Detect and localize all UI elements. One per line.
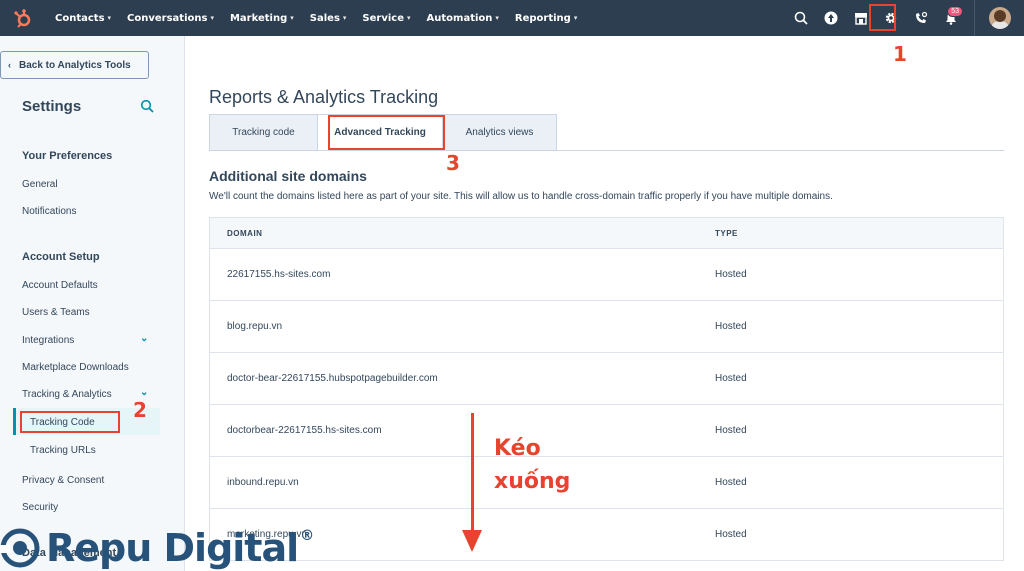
nav-service[interactable]: Service ▾	[354, 13, 418, 24]
nav-marketing[interactable]: Marketing ▾	[222, 13, 302, 24]
annotation-arrow-shaft	[471, 413, 474, 538]
calling-icon[interactable]	[906, 0, 936, 36]
domains-table: DOMAIN TYPE 22617155.hs-sites.com Hosted…	[209, 217, 1004, 561]
chevron-down-icon: ▾	[573, 14, 578, 22]
type-cell: Hosted	[715, 373, 747, 384]
table-row[interactable]: inbound.repu.vn Hosted	[209, 457, 1004, 509]
domain-cell: doctor-bear-22617155.hubspotpagebuilder.…	[227, 373, 438, 384]
domain-cell: blog.repu.vn	[227, 321, 283, 332]
watermark-text: Repu Digital	[46, 526, 299, 570]
annotation-step-3: 3	[446, 151, 460, 175]
section-account-setup: Account Setup	[22, 251, 100, 263]
nav-utilities: 53	[786, 0, 1024, 36]
type-cell: Hosted	[715, 477, 747, 488]
nav-sales[interactable]: Sales ▾	[302, 13, 355, 24]
type-cell: Hosted	[715, 529, 747, 540]
repu-digital-logo-icon	[0, 528, 40, 568]
chevron-down-icon: ▾	[495, 14, 499, 22]
sidebar-item-notifications[interactable]: Notifications	[22, 206, 76, 217]
nav-reporting[interactable]: Reporting ▾	[507, 13, 585, 24]
registered-mark: ®	[300, 528, 314, 544]
chevron-down-icon[interactable]: ⌄	[140, 333, 148, 344]
notifications-bell-icon[interactable]: 53	[936, 0, 966, 36]
annotation-box-advanced-tracking	[328, 115, 445, 150]
domain-cell: inbound.repu.vn	[227, 477, 299, 488]
chevron-down-icon: ▾	[407, 14, 411, 22]
type-cell: Hosted	[715, 269, 747, 280]
sidebar-item-privacy-consent[interactable]: Privacy & Consent	[22, 475, 104, 486]
tab-tracking-code[interactable]: Tracking code	[209, 114, 318, 151]
column-header-type[interactable]: TYPE	[715, 229, 738, 238]
table-row[interactable]: doctorbear-22617155.hs-sites.com Hosted	[209, 405, 1004, 457]
main-menu: Contacts ▾ Conversations ▾ Marketing ▾ Sale…	[47, 13, 585, 24]
sidebar-item-marketplace-downloads[interactable]: Marketplace Downloads	[22, 362, 129, 373]
notification-count-badge: 53	[947, 6, 963, 17]
avatar[interactable]	[989, 7, 1011, 29]
sidebar-title: Settings	[22, 98, 82, 115]
chevron-down-icon: ▾	[342, 14, 347, 22]
nav-conversations[interactable]: Conversations ▾	[119, 13, 222, 24]
sidebar-item-users-teams[interactable]: Users & Teams	[22, 307, 90, 318]
sidebar-item-integrations[interactable]: Integrations	[22, 335, 74, 346]
domain-cell: 22617155.hs-sites.com	[227, 269, 331, 280]
settings-sidebar: ‹ Back to Analytics Tools Settings Your …	[0, 36, 185, 571]
account-menu[interactable]	[974, 0, 1024, 36]
section-title: Additional site domains	[209, 168, 367, 184]
search-icon[interactable]	[786, 0, 816, 36]
table-row[interactable]: marketing.repu.vn Hosted	[209, 509, 1004, 561]
sidebar-item-tracking-urls[interactable]: Tracking URLs	[30, 445, 96, 456]
nav-contacts[interactable]: Contacts ▾	[47, 13, 119, 24]
annotation-box-tracking-code	[20, 411, 120, 433]
annotation-box-gear	[869, 4, 896, 31]
table-header: DOMAIN TYPE	[209, 217, 1004, 249]
main-content: Reports & Analytics Tracking Tracking co…	[185, 36, 1024, 571]
annotation-arrow-down-icon	[462, 530, 482, 552]
hubspot-logo-icon[interactable]	[13, 8, 33, 28]
search-icon[interactable]	[140, 99, 154, 113]
sidebar-item-account-defaults[interactable]: Account Defaults	[22, 280, 98, 291]
table-row[interactable]: blog.repu.vn Hosted	[209, 301, 1004, 353]
annotation-step-2: 2	[133, 398, 147, 422]
active-item-indicator	[13, 408, 16, 435]
sidebar-item-security[interactable]: Security	[22, 502, 58, 513]
chevron-down-icon[interactable]: ⌄	[140, 387, 148, 398]
back-to-analytics-button[interactable]: ‹ Back to Analytics Tools	[0, 51, 149, 79]
type-cell: Hosted	[715, 321, 747, 332]
nav-automation[interactable]: Automation ▾	[419, 13, 507, 24]
chevron-down-icon: ▾	[107, 14, 112, 22]
domain-cell: doctorbear-22617155.hs-sites.com	[227, 425, 382, 436]
annotation-drag-down-text: Kéo xuống	[494, 436, 571, 494]
sidebar-item-general[interactable]: General	[22, 179, 58, 190]
table-row[interactable]: 22617155.hs-sites.com Hosted	[209, 249, 1004, 301]
table-row[interactable]: doctor-bear-22617155.hubspotpagebuilder.…	[209, 353, 1004, 405]
chevron-left-icon: ‹	[8, 60, 11, 70]
type-cell: Hosted	[715, 425, 747, 436]
tab-divider	[209, 150, 1004, 151]
chevron-down-icon: ▾	[290, 14, 294, 22]
column-header-domain[interactable]: DOMAIN	[210, 229, 715, 238]
watermark: Repu Digital ®	[0, 525, 314, 571]
upgrade-icon[interactable]	[816, 0, 846, 36]
chevron-down-icon: ▾	[210, 14, 214, 22]
section-your-preferences: Your Preferences	[22, 150, 113, 162]
tab-analytics-views[interactable]: Analytics views	[442, 114, 557, 151]
sidebar-item-tracking-analytics[interactable]: Tracking & Analytics	[22, 389, 112, 400]
page-title: Reports & Analytics Tracking	[209, 87, 439, 107]
section-description: We'll count the domains listed here as p…	[209, 191, 833, 202]
